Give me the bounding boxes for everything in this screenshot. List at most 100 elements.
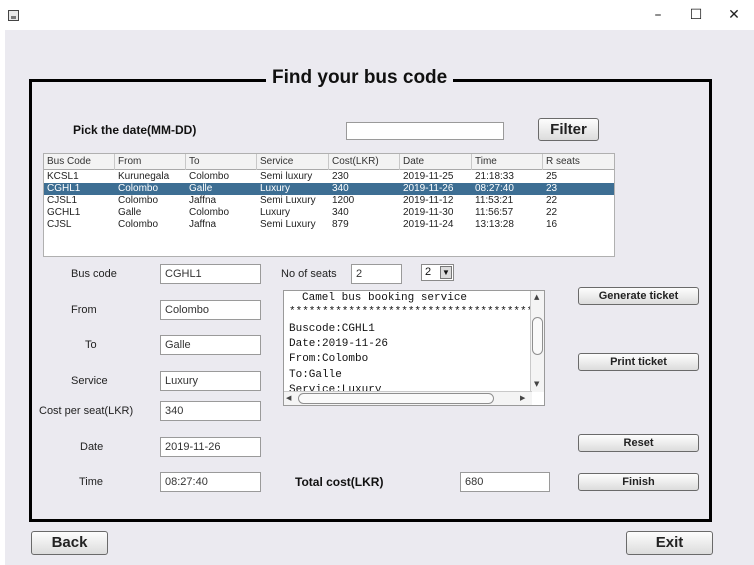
horizontal-scroll-thumb[interactable]: [298, 393, 494, 404]
date-field[interactable]: 2019-11-26: [160, 437, 261, 457]
cell-bus-code: KCSL1: [47, 171, 79, 182]
cell-from: Kurunegala: [118, 171, 170, 182]
cell-from: Colombo: [118, 195, 159, 206]
from-label: From: [71, 304, 97, 316]
scroll-down-arrow-icon[interactable]: ▼: [534, 380, 539, 389]
cell-cost: 1200: [332, 195, 355, 206]
cell-r-seats: 22: [546, 207, 558, 218]
cell-date: 2019-11-25: [403, 171, 454, 182]
service-field[interactable]: Luxury: [160, 371, 261, 391]
bus-code-label: Bus code: [71, 268, 117, 280]
cell-service: Semi luxury: [260, 171, 313, 182]
cell-cost: 230: [332, 171, 349, 182]
column-header-bus-code[interactable]: Bus Code: [44, 154, 115, 170]
filter-date-input[interactable]: [346, 122, 504, 140]
to-label: To: [85, 339, 97, 351]
cell-r-seats: 22: [546, 195, 558, 206]
cell-date: 2019-11-12: [403, 195, 454, 206]
column-header-service[interactable]: Service: [257, 154, 329, 170]
cell-service: Luxury: [260, 207, 291, 218]
ticket-text-line: Buscode:CGHL1: [289, 323, 375, 335]
time-field[interactable]: 08:27:40: [160, 472, 261, 492]
finish-button[interactable]: Finish: [578, 473, 699, 491]
exit-button[interactable]: Exit: [626, 531, 713, 555]
cell-to: Colombo: [189, 171, 230, 182]
close-button[interactable]: ✕: [714, 0, 754, 30]
cell-to: Jaffna: [189, 219, 217, 230]
print-ticket-button[interactable]: Print ticket: [578, 353, 699, 371]
vertical-scrollbar[interactable]: ▲ ▼: [530, 291, 544, 392]
column-header-r-seats[interactable]: R seats: [543, 154, 614, 170]
seats-dropdown[interactable]: 2 ▼: [421, 264, 454, 281]
table-row[interactable]: KCSL1 Kurunegala Colombo Semi luxury 230 2019…: [44, 171, 614, 183]
cell-bus-code: CGHL1: [47, 183, 81, 194]
cell-time: 13:13:28: [475, 219, 514, 230]
from-field[interactable]: Colombo: [160, 300, 261, 320]
generate-ticket-button[interactable]: Generate ticket: [578, 287, 699, 305]
page-title: Find your bus code: [266, 67, 454, 89]
back-button[interactable]: Back: [31, 531, 108, 555]
scroll-up-arrow-icon[interactable]: ▲: [534, 293, 539, 302]
cell-to: Galle: [189, 183, 213, 194]
cell-from: Galle: [118, 207, 142, 218]
filter-button[interactable]: Filter: [538, 118, 599, 141]
cell-to: Jaffna: [189, 195, 217, 206]
cell-r-seats: 23: [546, 183, 558, 194]
ticket-text-line: Date:2019-11-26: [289, 338, 389, 350]
java-app-icon: [8, 10, 19, 21]
minimize-button[interactable]: –: [638, 0, 678, 30]
to-field[interactable]: Galle: [160, 335, 261, 355]
cell-time: 11:56:57: [475, 207, 514, 218]
bus-table: Bus Code From To Service Cost(LKR) Date …: [43, 153, 615, 257]
column-header-cost[interactable]: Cost(LKR): [329, 154, 400, 170]
table-row[interactable]: CGHL1 Colombo Galle Luxury 340 2019-11-26 08:2…: [44, 183, 614, 195]
ticket-text-line: From:Colombo: [289, 353, 369, 365]
table-row[interactable]: CJSL Colombo Jaffna Semi Luxury 879 2019-11-2…: [44, 219, 614, 231]
cell-bus-code: CJSL: [47, 219, 72, 230]
window-titlebar: – ☐ ✕: [0, 0, 754, 30]
cost-per-seat-field[interactable]: 340: [160, 401, 261, 421]
cell-bus-code: CJSL1: [47, 195, 78, 206]
no-of-seats-field[interactable]: 2: [351, 264, 402, 284]
cell-cost: 340: [332, 183, 349, 194]
table-header: Bus Code From To Service Cost(LKR) Date …: [44, 154, 614, 170]
horizontal-scrollbar[interactable]: ◀ ▶: [284, 391, 532, 405]
table-row[interactable]: CJSL1 Colombo Jaffna Semi Luxury 1200 2019-11…: [44, 195, 614, 207]
cell-time: 11:53:21: [475, 195, 514, 206]
seats-dropdown-value: 2: [425, 266, 432, 278]
bus-code-field[interactable]: CGHL1: [160, 264, 261, 284]
cell-time: 21:18:33: [475, 171, 514, 182]
column-header-date[interactable]: Date: [400, 154, 472, 170]
cell-r-seats: 25: [546, 171, 558, 182]
cell-from: Colombo: [118, 183, 159, 194]
table-row[interactable]: GCHL1 Galle Colombo Luxury 340 2019-11-30 11:5…: [44, 207, 614, 219]
ticket-text-area[interactable]: Camel bus booking service ***************…: [283, 290, 545, 406]
cell-time: 08:27:40: [475, 183, 514, 194]
no-of-seats-label: No of seats: [281, 268, 337, 280]
chevron-down-icon[interactable]: ▼: [440, 266, 452, 279]
scroll-right-arrow-icon[interactable]: ▶: [520, 394, 525, 403]
column-header-to[interactable]: To: [186, 154, 257, 170]
cell-to: Colombo: [189, 207, 230, 218]
ticket-text-line: Camel bus booking service: [302, 292, 468, 304]
column-header-from[interactable]: From: [115, 154, 186, 170]
total-cost-field[interactable]: 680: [460, 472, 550, 492]
cell-date: 2019-11-26: [403, 183, 454, 194]
scroll-left-arrow-icon[interactable]: ◀: [286, 394, 291, 403]
vertical-scroll-thumb[interactable]: [532, 317, 543, 355]
maximize-button[interactable]: ☐: [676, 0, 716, 30]
cell-service: Semi Luxury: [260, 219, 316, 230]
cell-date: 2019-11-30: [403, 207, 454, 218]
cell-date: 2019-11-24: [403, 219, 454, 230]
cell-r-seats: 16: [546, 219, 558, 230]
cell-cost: 879: [332, 219, 349, 230]
service-label: Service: [71, 375, 108, 387]
total-cost-label: Total cost(LKR): [295, 475, 384, 489]
cell-service: Semi Luxury: [260, 195, 316, 206]
date-label: Date: [80, 441, 104, 453]
reset-button[interactable]: Reset: [578, 434, 699, 452]
cost-per-seat-label: Cost per seat(LKR): [39, 405, 134, 417]
column-header-time[interactable]: Time: [472, 154, 543, 170]
cell-cost: 340: [332, 207, 349, 218]
cell-bus-code: GCHL1: [47, 207, 81, 218]
